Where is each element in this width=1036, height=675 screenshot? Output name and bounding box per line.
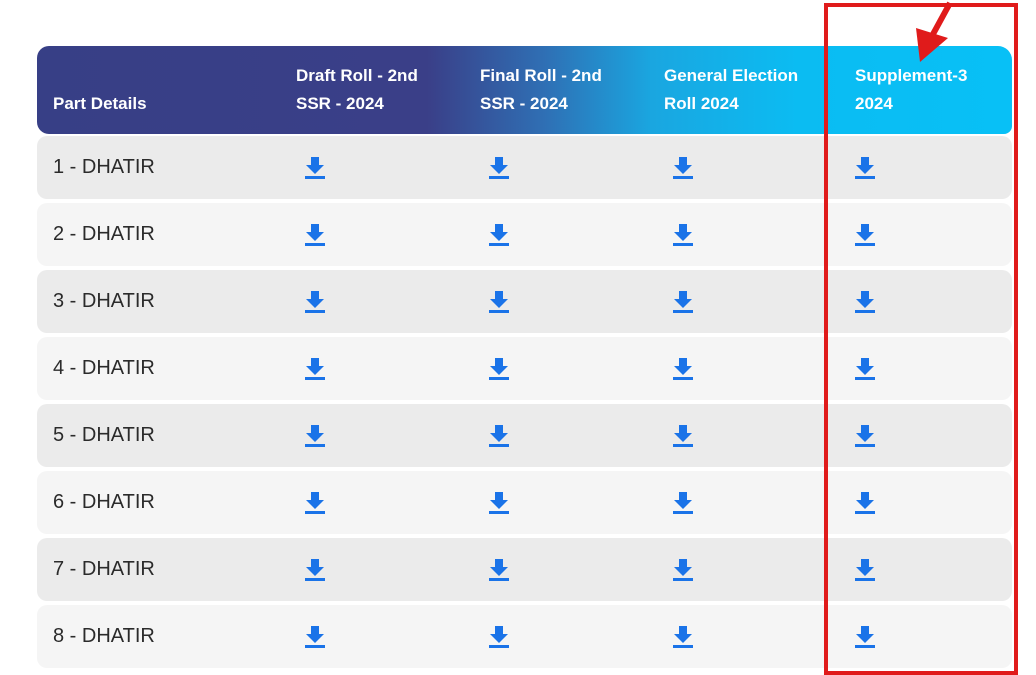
header-label-line2: SSR - 2024	[296, 94, 384, 113]
download-final-roll-button[interactable]	[488, 223, 510, 247]
download-draft-roll-button[interactable]	[304, 625, 326, 649]
download-icon	[673, 492, 693, 514]
download-icon	[489, 626, 509, 648]
header-label-line2: SSR - 2024	[480, 94, 568, 113]
part-name: 5 - DHATIR	[53, 424, 155, 446]
header-label-line1: Draft Roll - 2nd	[296, 66, 418, 85]
download-icon	[489, 358, 509, 380]
download-icon	[673, 157, 693, 179]
part-name: 7 - DHATIR	[53, 558, 155, 580]
header-label: Part Details	[53, 94, 147, 113]
download-draft-roll-button[interactable]	[304, 223, 326, 247]
header-final-roll: Final Roll - 2nd SSR - 2024	[480, 62, 602, 118]
download-icon	[489, 291, 509, 313]
part-name: 1 - DHATIR	[53, 156, 155, 178]
download-icon	[305, 425, 325, 447]
download-general-election-roll-button[interactable]	[672, 491, 694, 515]
download-general-election-roll-button[interactable]	[672, 625, 694, 649]
download-icon	[673, 358, 693, 380]
download-icon	[673, 224, 693, 246]
download-final-roll-button[interactable]	[488, 357, 510, 381]
part-name: 2 - DHATIR	[53, 223, 155, 245]
download-final-roll-button[interactable]	[488, 424, 510, 448]
download-icon	[489, 425, 509, 447]
download-general-election-roll-button[interactable]	[672, 558, 694, 582]
download-general-election-roll-button[interactable]	[672, 357, 694, 381]
download-icon	[673, 559, 693, 581]
download-draft-roll-button[interactable]	[304, 491, 326, 515]
download-icon	[305, 492, 325, 514]
header-label-line1: General Election	[664, 66, 799, 85]
download-draft-roll-button[interactable]	[304, 290, 326, 314]
header-part-details: Part Details	[53, 90, 147, 118]
download-general-election-roll-button[interactable]	[672, 156, 694, 180]
download-icon	[489, 157, 509, 179]
download-final-roll-button[interactable]	[488, 290, 510, 314]
download-general-election-roll-button[interactable]	[672, 424, 694, 448]
download-icon	[305, 291, 325, 313]
download-icon	[305, 626, 325, 648]
download-draft-roll-button[interactable]	[304, 357, 326, 381]
download-final-roll-button[interactable]	[488, 156, 510, 180]
part-name: 3 - DHATIR	[53, 290, 155, 312]
download-icon	[305, 224, 325, 246]
download-icon	[673, 291, 693, 313]
download-icon	[489, 492, 509, 514]
part-name: 6 - DHATIR	[53, 491, 155, 513]
part-name: 4 - DHATIR	[53, 357, 155, 379]
part-name: 8 - DHATIR	[53, 625, 155, 647]
header-general-election-roll: General Election Roll 2024	[664, 62, 798, 118]
download-draft-roll-button[interactable]	[304, 156, 326, 180]
header-label-line1: Final Roll - 2nd	[480, 66, 602, 85]
header-label-line2: Roll 2024	[664, 94, 739, 113]
download-icon	[305, 358, 325, 380]
download-final-roll-button[interactable]	[488, 625, 510, 649]
download-icon	[489, 224, 509, 246]
download-general-election-roll-button[interactable]	[672, 290, 694, 314]
download-icon	[489, 559, 509, 581]
highlight-box	[824, 3, 1018, 675]
download-draft-roll-button[interactable]	[304, 558, 326, 582]
download-icon	[673, 425, 693, 447]
header-draft-roll: Draft Roll - 2nd SSR - 2024	[296, 62, 418, 118]
download-icon	[673, 626, 693, 648]
download-icon	[305, 157, 325, 179]
download-draft-roll-button[interactable]	[304, 424, 326, 448]
download-final-roll-button[interactable]	[488, 491, 510, 515]
download-icon	[305, 559, 325, 581]
download-final-roll-button[interactable]	[488, 558, 510, 582]
download-general-election-roll-button[interactable]	[672, 223, 694, 247]
